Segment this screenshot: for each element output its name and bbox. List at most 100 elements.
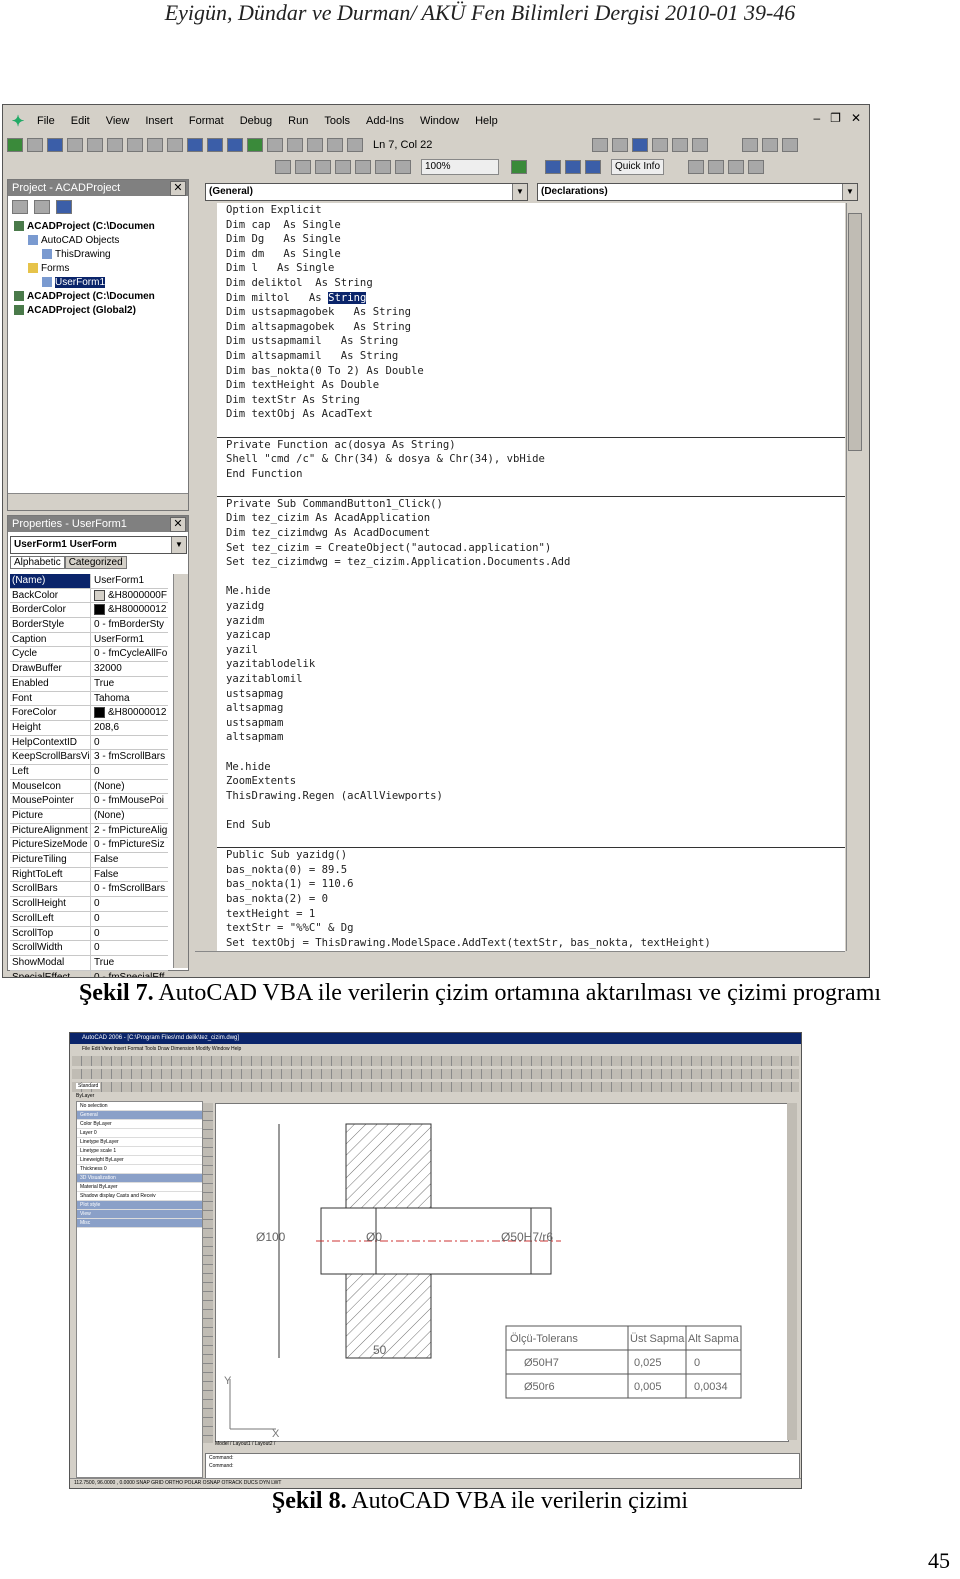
code-line[interactable]: yazidg: [217, 599, 845, 614]
paste-icon[interactable]: [107, 138, 123, 152]
property-row[interactable]: ScrollLeft 0: [10, 911, 168, 927]
code-line[interactable]: Dim ustsapmamil As String: [217, 334, 845, 349]
menu-file[interactable]: File: [29, 115, 63, 127]
code-line[interactable]: bas_nokta(2) = 0: [217, 892, 845, 907]
project-explorer-icon[interactable]: [267, 138, 283, 152]
property-row[interactable]: PictureTiling False: [10, 853, 168, 868]
tab-categorized[interactable]: Categorized: [64, 556, 127, 569]
property-value[interactable]: 0: [91, 897, 168, 911]
code-line[interactable]: Dim altsapmamil As String: [217, 349, 845, 364]
code-line[interactable]: Me.hide: [217, 760, 845, 775]
break-icon[interactable]: [207, 138, 223, 152]
object-select[interactable]: (General) ▼: [205, 183, 528, 201]
property-row[interactable]: (Name) UserForm1: [10, 574, 168, 589]
property-row[interactable]: Caption UserForm1: [10, 632, 168, 648]
acad-layout-tabs[interactable]: Model / Layout1 / Layout2 /: [215, 1441, 275, 1447]
property-value[interactable]: &H80000012: [91, 603, 168, 617]
property-value[interactable]: 0 - fmBorderSty: [91, 618, 168, 632]
toolbox-icon[interactable]: [327, 138, 343, 152]
tree-item[interactable]: ThisDrawing: [10, 248, 186, 262]
property-value[interactable]: 32000: [91, 662, 168, 676]
indent-icon[interactable]: [592, 138, 609, 152]
code-line[interactable]: End Sub: [217, 818, 845, 833]
call-stack-icon[interactable]: [748, 160, 765, 174]
property-row[interactable]: BorderColor &H80000012: [10, 603, 168, 619]
code-line[interactable]: Private Sub CommandButton1_Click(): [217, 497, 845, 512]
menu-window[interactable]: Window: [412, 115, 467, 127]
property-value[interactable]: 3 - fmScrollBars: [91, 750, 168, 764]
menu-debug[interactable]: Debug: [232, 115, 280, 127]
redo-icon[interactable]: [167, 138, 183, 152]
make-same-size-icon[interactable]: [395, 160, 411, 174]
property-row[interactable]: HelpContextID 0: [10, 735, 168, 751]
property-row[interactable]: Picture (None): [10, 809, 168, 824]
property-value[interactable]: UserForm1: [91, 633, 168, 647]
menu-tools[interactable]: Tools: [316, 115, 358, 127]
property-row[interactable]: MouseIcon (None): [10, 779, 168, 795]
palette-row[interactable]: Linetype ByLayer: [77, 1138, 202, 1147]
property-row[interactable]: RightToLeft False: [10, 867, 168, 883]
list-constants-icon[interactable]: [692, 138, 709, 152]
cut-icon[interactable]: [67, 138, 83, 152]
palette-section[interactable]: 3D Visualization: [77, 1174, 202, 1183]
design-mode-2-icon[interactable]: [511, 160, 527, 174]
palette-section[interactable]: View: [77, 1210, 202, 1219]
close-icon[interactable]: ✕: [851, 111, 861, 125]
send-back-icon[interactable]: [295, 160, 311, 174]
run-icon[interactable]: [187, 138, 203, 152]
acad-vscroll[interactable]: [787, 1103, 797, 1440]
menu-edit[interactable]: Edit: [63, 115, 98, 127]
code-editor[interactable]: Option Explicit Dim cap As Single Dim Dg A…: [217, 203, 845, 951]
toggle-breakpoint-icon[interactable]: [632, 138, 649, 152]
code-line[interactable]: ZoomExtents: [217, 774, 845, 789]
code-line[interactable]: altsapmam: [217, 730, 845, 745]
copy-icon[interactable]: [87, 138, 103, 152]
palette-section[interactable]: Plot style: [77, 1201, 202, 1210]
code-line[interactable]: Dim dm As Single: [217, 247, 845, 262]
code-line[interactable]: textHeight = 1: [217, 907, 845, 922]
project-hscroll[interactable]: [8, 493, 188, 510]
bring-front-icon[interactable]: [275, 160, 291, 174]
palette-section[interactable]: General: [77, 1111, 202, 1120]
property-value[interactable]: 0 - fmSpecialEff: [91, 971, 168, 977]
properties-window-icon[interactable]: [287, 138, 303, 152]
watch-icon[interactable]: [728, 160, 745, 174]
tab-alphabetic[interactable]: Alphabetic: [10, 556, 65, 569]
outdent-icon[interactable]: [612, 138, 629, 152]
close-project-icon[interactable]: ✕: [170, 181, 186, 196]
property-row[interactable]: ScrollWidth 0: [10, 941, 168, 956]
align-left-icon[interactable]: [355, 160, 371, 174]
help-icon[interactable]: [347, 138, 363, 152]
code-line[interactable]: Dim altsapmagobek As String: [217, 320, 845, 335]
property-value[interactable]: False: [91, 853, 168, 867]
code-line[interactable]: Dim textHeight As Double: [217, 378, 845, 393]
property-value[interactable]: &H8000000F: [91, 589, 168, 603]
code-line[interactable]: yazil: [217, 643, 845, 658]
property-row[interactable]: DrawBuffer 32000: [10, 662, 168, 677]
acad-style-select[interactable]: Standard: [76, 1083, 101, 1089]
tree-item[interactable]: UserForm1: [10, 276, 186, 290]
property-row[interactable]: PictureSizeMode 0 - fmPictureSiz: [10, 838, 168, 854]
code-line[interactable]: Dim Dg As Single: [217, 232, 845, 247]
code-line[interactable]: Dim textObj As AcadText: [217, 407, 845, 422]
property-row[interactable]: ForeColor &H80000012: [10, 706, 168, 721]
tree-item[interactable]: AutoCAD Objects: [10, 234, 186, 248]
property-value[interactable]: (None): [91, 780, 168, 794]
code-line[interactable]: Public Sub yazidg(): [217, 848, 845, 863]
hand-icon[interactable]: [742, 138, 759, 152]
property-row[interactable]: Left 0: [10, 764, 168, 780]
property-row[interactable]: KeepScrollBarsVis 3 - fmScrollBars: [10, 750, 168, 765]
toggle-folders-icon[interactable]: [56, 200, 72, 214]
acad-layer-select[interactable]: ByLayer: [76, 1093, 94, 1099]
scroll-thumb[interactable]: [848, 213, 862, 451]
run-2-icon[interactable]: [545, 160, 561, 174]
zoom-select[interactable]: 100%: [421, 159, 499, 175]
code-line[interactable]: Dim l As Single: [217, 261, 845, 276]
menu-addins[interactable]: Add-Ins: [358, 115, 412, 127]
property-row[interactable]: SpecialEffect 0 - fmSpecialEff: [10, 970, 168, 977]
acad-command-line[interactable]: Command: Command:: [205, 1453, 800, 1479]
code-line[interactable]: Set tez_cizimdwg = tez_cizim.Application…: [217, 555, 845, 570]
bookmark-icon[interactable]: [782, 138, 799, 152]
code-hscroll[interactable]: [195, 951, 845, 968]
palette-section[interactable]: Misc: [77, 1219, 202, 1228]
